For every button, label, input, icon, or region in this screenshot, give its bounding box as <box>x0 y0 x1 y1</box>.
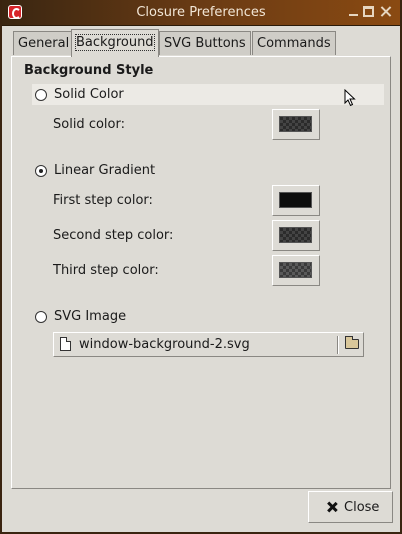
svg-image-radio-label[interactable]: SVG Image <box>54 309 126 324</box>
color-swatch <box>279 227 312 243</box>
folder-open-icon[interactable] <box>345 336 359 349</box>
close-button[interactable]: Close <box>308 491 393 523</box>
title-bar[interactable]: Closure Preferences <box>2 0 400 26</box>
separator <box>337 336 339 354</box>
third-step-color-button[interactable] <box>272 255 320 286</box>
tab-commands[interactable]: Commands <box>252 31 336 55</box>
color-swatch <box>279 192 312 208</box>
file-name: window-background-2.svg <box>79 337 250 352</box>
preferences-window: Closure Preferences General Background S… <box>0 0 402 534</box>
second-step-label: Second step color: <box>53 228 174 243</box>
svg-image-radio[interactable] <box>35 311 47 323</box>
tab-background[interactable]: Background <box>71 29 159 57</box>
close-icon[interactable] <box>380 6 391 17</box>
x-icon <box>327 502 337 512</box>
solid-color-button[interactable] <box>272 109 320 140</box>
color-swatch <box>279 262 312 278</box>
color-swatch <box>279 116 312 132</box>
window-title: Closure Preferences <box>136 5 266 20</box>
third-step-label: Third step color: <box>53 263 159 278</box>
minimize-icon[interactable] <box>348 6 359 17</box>
tab-label: Background <box>75 34 155 51</box>
tab-label: General <box>18 36 70 51</box>
first-step-label: First step color: <box>53 193 153 208</box>
linear-gradient-radio-label[interactable]: Linear Gradient <box>54 163 155 178</box>
solid-color-radio[interactable] <box>35 89 47 101</box>
tab-label: SVG Buttons <box>164 36 246 51</box>
second-step-color-button[interactable] <box>272 220 320 251</box>
solid-color-label: Solid color: <box>53 117 125 132</box>
solid-color-radio-label[interactable]: Solid Color <box>54 87 124 102</box>
linear-gradient-radio[interactable] <box>35 165 47 177</box>
tab-general[interactable]: General <box>13 31 75 55</box>
maximize-icon[interactable] <box>363 6 374 17</box>
section-heading: Background Style <box>24 63 154 78</box>
tab-label: Commands <box>257 36 331 51</box>
first-step-color-button[interactable] <box>272 185 320 216</box>
svg-file-chooser[interactable]: window-background-2.svg <box>53 332 364 357</box>
close-button-label: Close <box>344 500 380 515</box>
file-icon <box>60 337 71 351</box>
tab-svg-buttons[interactable]: SVG Buttons <box>159 31 251 55</box>
